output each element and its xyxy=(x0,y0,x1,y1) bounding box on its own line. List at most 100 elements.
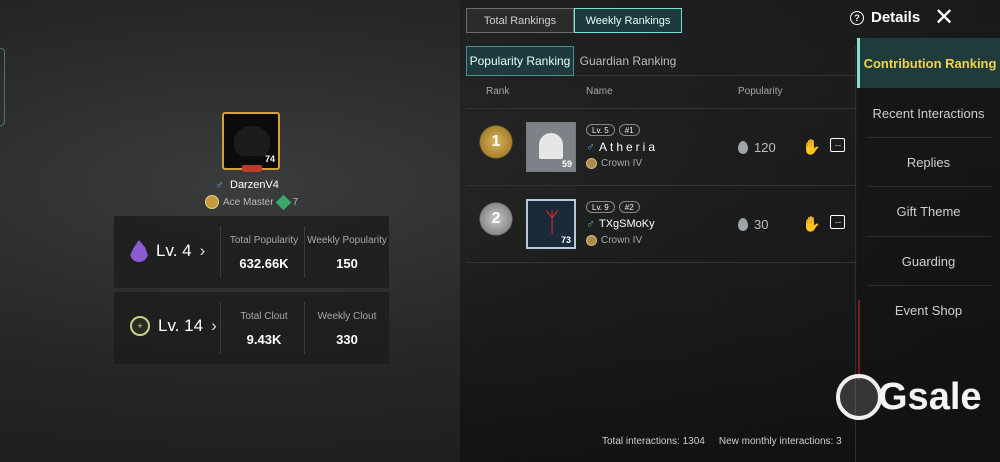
gift-icon[interactable]: ✋ xyxy=(802,215,821,233)
tab-popularity-ranking[interactable]: Popularity Ranking xyxy=(466,46,574,76)
player-name-row: ♂ Atheria xyxy=(586,140,658,154)
tab-weekly-rankings[interactable]: Weekly Rankings xyxy=(574,8,682,33)
side-item-replies[interactable]: Replies xyxy=(857,137,1000,187)
player-tier-row: Crown IV xyxy=(586,235,642,246)
flame-icon xyxy=(130,240,148,262)
more-icon[interactable]: ··· xyxy=(830,215,845,229)
chevron-right-icon: › xyxy=(199,241,206,260)
column-header-rank: Rank xyxy=(486,86,510,97)
player-pills: Lv. 9 #2 xyxy=(586,201,640,213)
watermark: Gsale xyxy=(836,374,982,420)
top-tabs: Total Rankings Weekly Rankings xyxy=(466,8,682,33)
weekly-clout-value: 330 xyxy=(336,332,358,347)
popularity-stats: Lv. 4 › Total Popularity 632.66K Weekly … xyxy=(114,216,389,288)
monthly-interactions: New monthly interactions: 3 xyxy=(718,436,842,447)
side-item-event-shop[interactable]: Event Shop xyxy=(857,285,1000,335)
default-avatar-icon xyxy=(539,133,563,159)
clout-level-button[interactable]: + Lv. 14 › xyxy=(130,316,217,336)
profile-name: DarzenV4 xyxy=(230,179,279,191)
avatar-image xyxy=(234,126,270,156)
details-label: Details xyxy=(871,9,921,26)
profile-rank-number: 7 xyxy=(292,196,299,208)
more-icon[interactable]: ··· xyxy=(830,138,845,152)
tier-medal-icon xyxy=(586,235,597,246)
ranking-row[interactable]: 2 ᛉ 73 Lv. 9 #2 ♂ TXgSMoKy Crown IV 30 ✋… xyxy=(466,187,856,263)
accent-line xyxy=(858,300,860,380)
player-name-row: ♂ TXgSMoKy xyxy=(586,217,655,231)
rank-number-pill: #1 xyxy=(618,124,640,136)
details-button[interactable]: ? Details xyxy=(850,9,920,26)
divider xyxy=(220,302,221,354)
side-item-recent-interactions[interactable]: Recent Interactions xyxy=(857,88,1000,138)
tier-medal-icon xyxy=(586,158,597,169)
divider xyxy=(220,226,221,278)
popularity-level-button[interactable]: Lv. 4 › xyxy=(130,240,205,262)
player-pills: Lv. 5 #1 xyxy=(586,124,640,136)
level-pill: Lv. 9 xyxy=(586,201,615,213)
side-item-gift-theme[interactable]: Gift Theme xyxy=(857,186,1000,236)
ranking-row[interactable]: 1 59 Lv. 5 #1 ♂ Atheria Crown IV 120 ✋ ·… xyxy=(466,110,856,186)
profile-rank: Ace Master xyxy=(223,196,274,208)
flame-icon xyxy=(738,141,748,154)
popularity-value: 120 xyxy=(754,140,776,155)
clout-stats: + Lv. 14 › Total Clout 9.43K Weekly Clou… xyxy=(114,292,389,364)
weekly-popularity-value: 150 xyxy=(336,256,358,271)
weekly-popularity-label: Weekly Popularity xyxy=(307,235,387,246)
player-popularity: 30 xyxy=(738,217,768,232)
ranking-subtabs: Popularity Ranking Guardian Ranking xyxy=(466,46,855,76)
rank-badge-gold: 1 xyxy=(474,124,518,160)
help-icon: ? xyxy=(850,10,864,25)
popularity-value: 30 xyxy=(754,217,769,232)
weekly-clout-label: Weekly Clout xyxy=(317,311,377,322)
column-header-name: Name xyxy=(586,86,613,97)
gift-icon[interactable]: ✋ xyxy=(802,138,821,156)
player-avatar[interactable]: ᛉ 73 xyxy=(526,199,576,249)
flame-icon xyxy=(738,218,748,231)
side-item-contribution-ranking[interactable]: Contribution Ranking xyxy=(857,38,1000,88)
male-icon: ♂ xyxy=(586,217,595,231)
gem-icon xyxy=(275,194,291,210)
tab-guardian-ranking[interactable]: Guardian Ranking xyxy=(574,46,682,76)
player-avatar-level: 73 xyxy=(560,235,571,245)
ranking-panel: Popularity Ranking Guardian Ranking Rank… xyxy=(466,46,856,462)
player-popularity: 120 xyxy=(738,140,776,155)
chevron-right-icon: › xyxy=(211,316,217,335)
total-clout-label: Total Clout xyxy=(240,311,288,322)
watermark-text: Gsale xyxy=(878,375,982,418)
popularity-level: Lv. 4 xyxy=(156,241,192,260)
rank-badge-silver: 2 xyxy=(474,201,518,237)
close-icon[interactable]: ✕ xyxy=(934,6,954,30)
avatar-level: 74 xyxy=(264,154,275,164)
side-item-guarding[interactable]: Guarding xyxy=(857,236,1000,286)
player-avatar-level: 59 xyxy=(561,159,572,169)
profile-name-row: ♂ DarzenV4 xyxy=(215,178,279,192)
rank-medal-icon xyxy=(205,195,219,209)
total-clout-value: 9.43K xyxy=(246,332,282,347)
profile-avatar[interactable]: 74 xyxy=(222,112,280,172)
player-tier: Crown IV xyxy=(601,158,643,169)
male-icon: ♂ xyxy=(215,178,224,192)
total-popularity-value: 632.66K xyxy=(239,256,289,271)
interaction-footer: Total interactions: 1304 New monthly int… xyxy=(602,436,842,447)
rank-number-pill: #2 xyxy=(618,201,640,213)
side-handle[interactable] xyxy=(0,48,5,126)
header-divider xyxy=(466,108,856,109)
tab-total-rankings[interactable]: Total Rankings xyxy=(466,8,574,33)
column-header-popularity: Popularity xyxy=(738,86,783,97)
player-avatar[interactable]: 59 xyxy=(526,122,576,172)
player-name: TXgSMoKy xyxy=(599,218,655,230)
player-name: Atheria xyxy=(599,140,659,154)
player-tier: Crown IV xyxy=(601,235,643,246)
watermark-logo-icon xyxy=(836,374,882,420)
player-tier-row: Crown IV xyxy=(586,158,642,169)
male-icon: ♂ xyxy=(586,140,595,154)
total-interactions: Total interactions: 1304 xyxy=(602,436,705,447)
avatar-tag xyxy=(242,165,262,172)
profile-rank-row: Ace Master 7 xyxy=(205,194,299,210)
clout-level: Lv. 14 xyxy=(158,316,204,335)
sun-icon: + xyxy=(130,316,150,336)
total-popularity-label: Total Popularity xyxy=(229,235,299,246)
divider xyxy=(304,302,305,354)
level-pill: Lv. 5 xyxy=(586,124,615,136)
divider xyxy=(304,226,305,278)
